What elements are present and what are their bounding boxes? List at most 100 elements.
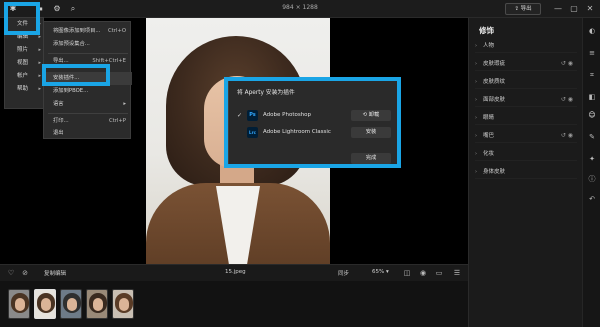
section-makeup[interactable]: › 化妆 [475,147,577,161]
panel-title: 修饰 [479,26,494,35]
reject-icon[interactable]: ⊘ [20,268,30,278]
reset-visibility-icons[interactable]: ↺ ◉ [561,57,573,71]
thumb-face [93,298,103,311]
section-skin-texture[interactable]: › 皮肤质纹 [475,75,577,89]
submenu-add-images[interactable]: 将图像添加到项目... Ctrl+O [44,25,132,38]
chevron-right-icon: ▸ [38,86,41,92]
retouch-icon[interactable]: ☺ [587,110,597,120]
section-label: 身体皮肤 [483,169,506,175]
crop-icon[interactable]: ⌗ [587,70,597,80]
menu-item-label: 帐户 [17,73,29,79]
sliders-icon[interactable]: ≡ [587,48,597,58]
chevron-right-icon: ▸ [38,47,41,53]
heart-icon[interactable]: ♡ [6,268,16,278]
image-dimensions: 984 × 1288 [282,4,318,11]
menu-item-help[interactable]: 帮助 ▸ [5,83,45,96]
chevron-right-icon: › [475,115,477,121]
chevron-right-icon: › [475,133,477,139]
menu-separator [48,53,128,54]
menu-item-label: 照片 [17,47,29,53]
list-view-icon[interactable]: ☰ [452,268,462,278]
menu-item-account[interactable]: 帐户 ▸ [5,70,45,83]
section-label: 皮肤瑕疵 [483,61,506,67]
sync-button[interactable]: 同步 [338,269,349,277]
section-label: 皮肤质纹 [483,79,506,85]
menu-item-label: 帮助 [17,86,29,92]
export-label: 导出 [520,6,532,12]
close-button[interactable]: ✕ [584,3,596,15]
thumb-face [41,298,51,311]
chevron-right-icon: › [475,97,477,103]
thumbnail[interactable] [60,289,82,319]
thumbnail-selected[interactable] [34,289,56,319]
search-icon[interactable]: ⌕ [68,4,78,14]
chevron-right-icon: › [475,151,477,157]
submenu-add-presets[interactable]: 添加预设集合... [44,38,132,51]
section-eyes[interactable]: › 眼睛 [475,111,577,125]
submenu-label: 将图像添加到项目... [53,28,101,34]
section-label: 眼睛 [483,115,495,121]
chevron-right-icon: › [475,43,477,49]
submenu-exit[interactable]: 退出 [44,127,132,140]
menu-item-view[interactable]: 视图 ▸ [5,57,45,70]
chevron-right-icon: › [475,79,477,85]
chevron-right-icon: ▸ [38,73,41,79]
compare-icon[interactable]: ◫ [402,268,412,278]
title-bar: ✱ ▬ ⚙ ⌕ 984 × 1288 ⇪ 导出 — ▢ ✕ [0,0,600,18]
section-label: 面部皮肤 [483,97,506,103]
export-button[interactable]: ⇪ 导出 [505,3,541,15]
copy-edits-button[interactable]: 复制编辑 [44,269,66,277]
file-name: 15.jpeg [225,269,246,275]
history-icon[interactable]: ↶ [587,194,597,204]
palette-icon[interactable]: ◐ [587,26,597,36]
brush-icon[interactable]: ✎ [587,132,597,142]
status-bar: ♡ ⊘ 复制编辑 15.jpeg 同步 65% ▾ ◫ ◉ ▭ ☰ [0,264,468,281]
highlight-box-menu [4,2,40,35]
thumb-face [119,298,129,311]
maximize-button[interactable]: ▢ [568,3,580,15]
submenu-label: 打印... [53,118,69,124]
thumbnail[interactable] [8,289,30,319]
menu-item-label: 视图 [17,60,29,66]
filmstrip [0,281,468,327]
submenu-add-to-pboe[interactable]: 添加到PBOE... [44,85,132,98]
zoom-value: 65% [372,269,385,275]
chevron-down-icon: ▾ [385,269,389,275]
chevron-right-icon: › [475,169,477,175]
section-mouth[interactable]: › 嘴巴 ↺ ◉ [475,129,577,143]
effects-icon[interactable]: ✦ [587,154,597,164]
minimize-button[interactable]: — [552,3,564,15]
section-skin-blemish[interactable]: › 皮肤瑕疵 ↺ ◉ [475,57,577,71]
thumb-face [15,298,25,311]
eye-icon[interactable]: ◉ [418,268,428,278]
submenu-label: 退出 [53,130,64,136]
retouch-panel: 修饰 › 人物 › 皮肤瑕疵 ↺ ◉ › 皮肤质纹 › 面部皮肤 ↺ ◉ › 眼睛 › 嘴巴 ↺ … [468,18,582,327]
reset-visibility-icons[interactable]: ↺ ◉ [561,93,573,107]
section-body-skin[interactable]: › 身体皮肤 [475,165,577,179]
section-people[interactable]: › 人物 [475,39,577,53]
submenu-language[interactable]: 语言 ▸ [44,98,132,111]
submenu-label: 语言 [53,101,64,107]
chevron-right-icon: ▸ [38,60,41,66]
menu-separator [48,113,128,114]
highlight-box-dialog [224,77,401,168]
section-label: 化妆 [483,151,495,157]
tool-rail: ◐ ≡ ⌗ ◧ ☺ ✎ ✦ ⓘ ↶ [582,18,600,327]
section-label: 嘴巴 [483,133,495,139]
menu-item-photo[interactable]: 照片 ▸ [5,44,45,57]
layers-icon[interactable]: ◧ [587,92,597,102]
info-icon[interactable]: ⓘ [587,174,597,184]
settings-icon[interactable]: ⚙ [52,4,62,14]
grid-view-icon[interactable]: ▭ [434,268,444,278]
highlight-box-install [42,64,110,86]
reset-visibility-icons[interactable]: ↺ ◉ [561,129,573,143]
submenu-shortcut: Ctrl+O [107,28,126,34]
section-face-skin[interactable]: › 面部皮肤 ↺ ◉ [475,93,577,107]
section-label: 人物 [483,43,495,49]
thumb-face [67,298,77,311]
submenu-label: 添加预设集合... [53,41,90,47]
thumbnail[interactable] [112,289,134,319]
zoom-select[interactable]: 65% ▾ [372,269,389,275]
thumbnail[interactable] [86,289,108,319]
chevron-right-icon: ▸ [123,101,126,107]
